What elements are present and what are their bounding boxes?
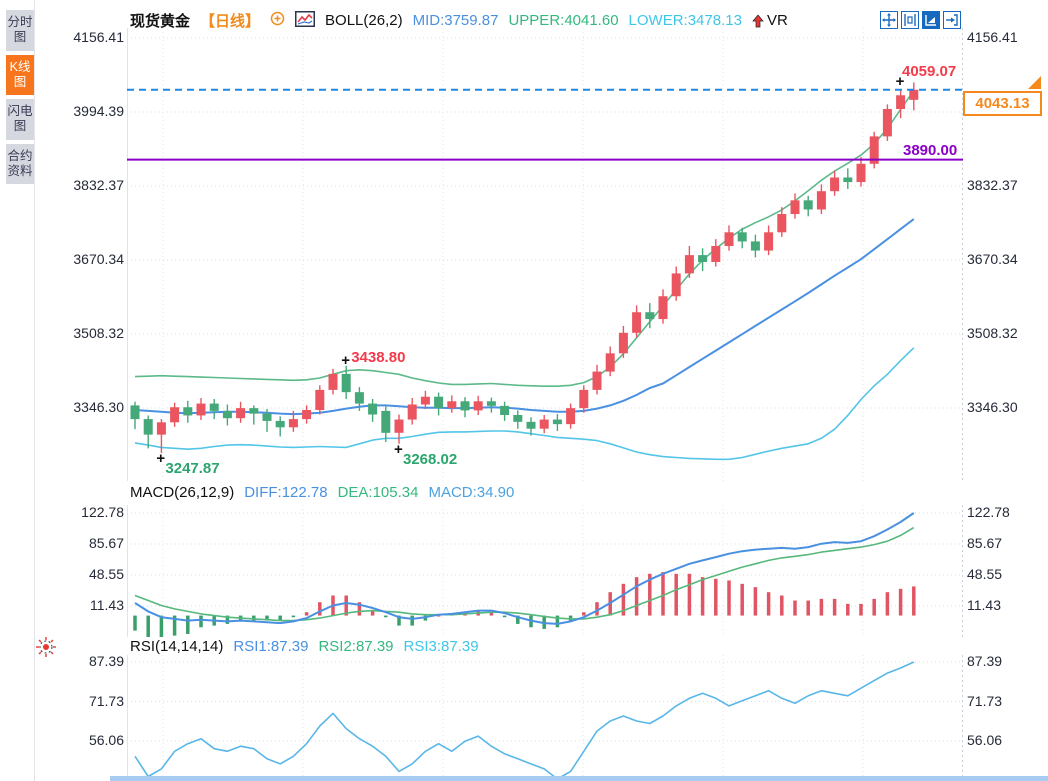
axis-label: 3670.34 [36,251,124,267]
axis-label: 85.67 [36,535,124,551]
price-marker-cross: + [394,445,403,455]
axis-label: 11.43 [967,597,1047,613]
axis-label: 3346.30 [36,399,124,415]
axis-label: 4156.41 [967,29,1047,45]
axis-label: 3994.39 [36,103,124,119]
macd-dea-value: DEA:105.34 [338,484,419,501]
axis-label: 122.78 [36,504,124,520]
trading-app-window: 分时图 K线图 闪电图 合约资料 现货黄金 【日线】 [0,0,1048,781]
indicator-name: BOLL(26,2) [325,12,403,29]
macd-diff-value: DIFF:122.78 [244,484,327,501]
axis-label: 87.39 [36,653,124,669]
sidebar-item-time-chart[interactable]: 分时图 [6,10,34,51]
current-price-box: 4043.13 [963,91,1042,116]
axis-label: 71.73 [36,693,124,709]
boll-lower-value: LOWER:3478.13 [629,12,742,29]
vr-label: VR [767,12,788,29]
zoom-frame-icon[interactable] [901,11,919,29]
macd-macd-value: MACD:34.90 [428,484,514,501]
axis-label: 3670.34 [967,251,1047,267]
axis-label: 87.39 [967,653,1047,669]
vr-indicator-toggle[interactable]: VR [752,12,788,29]
axis-label: 11.43 [36,597,124,613]
boll-upper-value: UPPER:4041.60 [508,12,618,29]
macd-header: MACD(26,12,9) DIFF:122.78 DEA:105.34 MAC… [130,484,514,501]
rsi-indicator-name: RSI(14,14,14) [130,638,223,655]
boll-mid-value: MID:3759.87 [413,12,499,29]
sidebar-item-contract-info[interactable]: 合约资料 [6,144,34,185]
sidebar-item-lightning-chart[interactable]: 闪电图 [6,99,34,140]
macd-chart[interactable] [127,505,963,637]
sidebar-item-kline-chart[interactable]: K线图 [6,55,34,96]
axis-label: 4156.41 [36,29,124,45]
rsi-chart[interactable] [127,655,963,781]
axis-label: 3508.32 [36,325,124,341]
crosshair-move-icon[interactable] [880,11,898,29]
axis-label: 48.55 [967,566,1047,582]
axis-label: 85.67 [967,535,1047,551]
red-up-arrow-icon [752,14,764,28]
exit-right-icon[interactable] [943,11,961,29]
horizontal-line-label: 3890.00 [903,142,957,159]
axis-label: 122.78 [967,504,1047,520]
chart-toolbar [880,11,961,29]
price-pointer-icon [1028,76,1041,89]
price-marker-label: 3247.87 [165,460,219,477]
axis-label: 3832.37 [36,177,124,193]
macd-indicator-name: MACD(26,12,9) [130,484,234,501]
price-marker-cross: + [341,356,350,366]
price-marker-label: 3268.02 [403,451,457,468]
axis-label: 3508.32 [967,325,1047,341]
price-marker-cross: + [156,454,165,464]
rsi3-value: RSI3:87.39 [404,638,479,655]
sidebar-divider [34,0,35,781]
axis-label: 71.73 [967,693,1047,709]
axis-label: 3346.30 [967,399,1047,415]
rsi2-value: RSI2:87.39 [318,638,393,655]
axis-label: 56.06 [967,732,1047,748]
trend-chart-icon[interactable] [922,11,940,29]
price-marker-cross: + [896,77,905,87]
main-candlestick-chart[interactable] [127,28,963,481]
axis-label: 3832.37 [967,177,1047,193]
axis-label: 48.55 [36,566,124,582]
high-price-label: 4059.07 [902,63,956,80]
price-marker-label: 3438.80 [351,349,405,366]
rsi1-value: RSI1:87.39 [233,638,308,655]
rsi-header: RSI(14,14,14) RSI1:87.39 RSI2:87.39 RSI3… [130,638,479,655]
chart-type-sidebar: 分时图 K线图 闪电图 合约资料 [6,10,34,188]
axis-label: 56.06 [36,732,124,748]
horizontal-scrollbar[interactable] [110,776,1048,781]
